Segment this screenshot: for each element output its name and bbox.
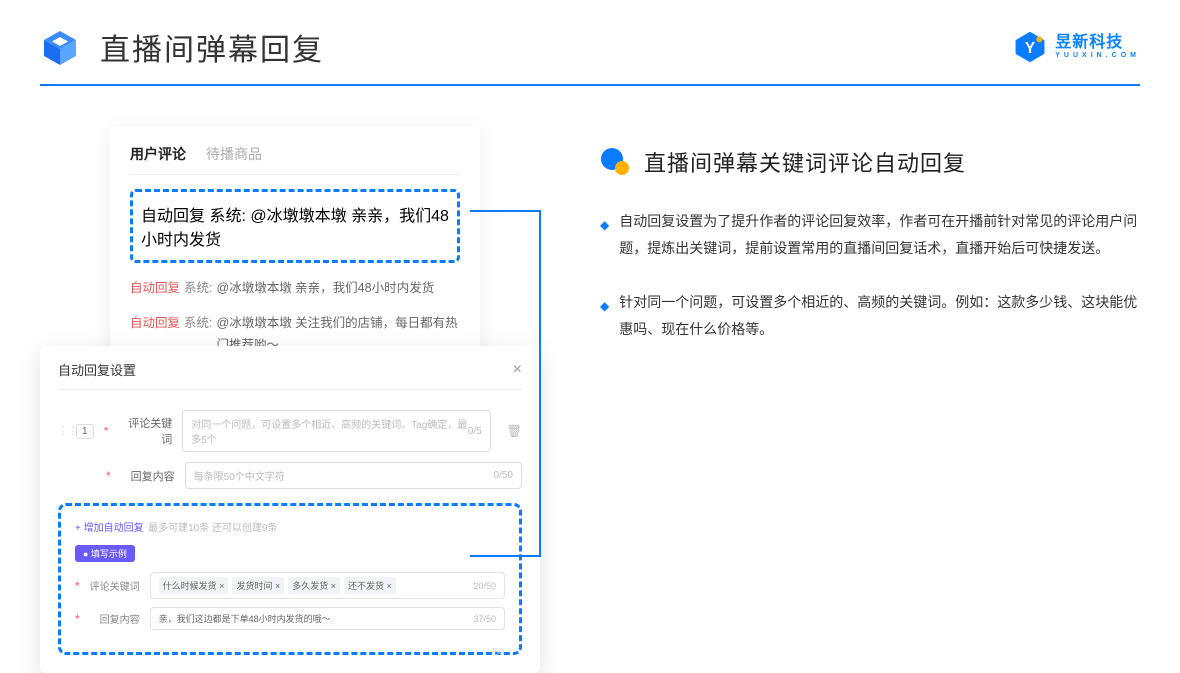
tab-user-comments[interactable]: 用户评论	[130, 144, 186, 164]
diamond-icon: ◆	[600, 214, 609, 261]
diamond-icon: ◆	[600, 295, 609, 342]
chip[interactable]: 发货时间 ×	[232, 577, 284, 594]
keyword-input[interactable]: 对同一个问题，可设置多个相近、高频的关键词。Tag确定，最多5个 0/5	[182, 410, 491, 452]
tab-pending-goods[interactable]: 待播商品	[206, 144, 262, 164]
bullet-point: ◆ 针对同一个问题，可设置多个相近的、高频的关键词。例如：这款多少钱、这块能优惠…	[600, 289, 1140, 342]
highlighted-comment: 自动回复 系统: @冰墩墩本墩 亲亲，我们48小时内发货	[130, 189, 460, 263]
chip[interactable]: 多久发货 ×	[288, 577, 340, 594]
ex-reply-input[interactable]: 亲，我们这边都是下单48小时内发货的哦～ 37/50	[150, 607, 505, 630]
chip[interactable]: 还不发货 ×	[344, 577, 396, 594]
brand-name: 昱新科技	[1055, 34, 1140, 52]
brand-url: YUUXIN.COM	[1055, 52, 1140, 60]
chip[interactable]: 什么时候发货 ×	[159, 577, 229, 594]
settings-title: 自动回复设置	[58, 360, 136, 379]
remaining-hint: 最多可建10条 还可以创建9条	[148, 523, 277, 534]
ex-reply-label: 回复内容	[90, 611, 140, 626]
delete-icon[interactable]: 🗑	[507, 424, 522, 438]
chat-bubble-icon	[600, 147, 630, 177]
system-label: 系统:	[209, 208, 245, 225]
add-rule-link[interactable]: + 增加自动回复	[75, 523, 144, 534]
drag-handle-icon[interactable]: ⋮⋮	[58, 426, 66, 437]
keyword-label: 评论关键词	[118, 415, 172, 447]
reply-input[interactable]: 每条限50个中文字符 0/50	[185, 462, 522, 489]
close-icon[interactable]: ×	[513, 361, 522, 379]
section-title: 直播间弹幕关键词评论自动回复	[644, 146, 966, 178]
example-section: + 增加自动回复 最多可建10条 还可以创建9条 ● 填写示例 * 评论关键词 …	[58, 503, 522, 655]
rule-number: 1	[76, 424, 94, 439]
auto-reply-tag: 自动回复	[141, 208, 205, 225]
cube-icon	[40, 27, 80, 67]
ex-keyword-input[interactable]: 什么时候发货 × 发货时间 × 多久发货 × 还不发货 × 20/50	[150, 572, 505, 599]
reply-label: 回复内容	[121, 468, 175, 484]
settings-card: 自动回复设置 × ⋮⋮ 1 * 评论关键词 对同一个问题，可设置多个相近、高频的…	[40, 346, 540, 673]
brand-logo: Y 昱新科技 YUUXIN.COM	[1013, 30, 1140, 64]
ex-keyword-label: 评论关键词	[90, 578, 140, 593]
comment-row: 自动回复 系统: @冰墩墩本墩 亲亲，我们48小时内发货	[130, 271, 460, 306]
required-star: *	[104, 424, 109, 438]
overflow-count: /50	[491, 647, 504, 657]
bullet-point: ◆ 自动回复设置为了提升作者的评论回复效率，作者可在开播前针对常见的评论用户问题…	[600, 208, 1140, 261]
page-title: 直播间弹幕回复	[100, 25, 324, 69]
svg-text:Y: Y	[1025, 40, 1035, 57]
example-badge: ● 填写示例	[75, 545, 135, 562]
